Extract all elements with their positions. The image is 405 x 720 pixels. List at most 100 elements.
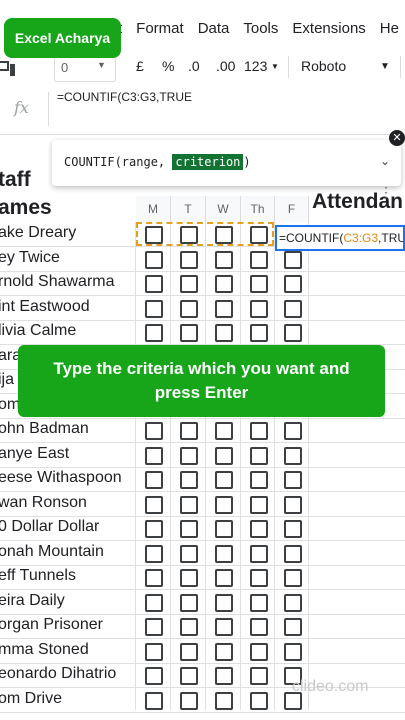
attendance-checkbox[interactable] <box>180 618 198 636</box>
attendance-checkbox[interactable] <box>215 446 233 465</box>
number-format-button[interactable]: 123 <box>244 58 267 74</box>
attendance-checkbox[interactable] <box>215 618 233 636</box>
attendance-checkbox[interactable] <box>250 618 268 636</box>
attendance-checkbox[interactable] <box>180 422 198 440</box>
attendance-checkbox[interactable] <box>215 471 233 489</box>
attendance-checkbox[interactable] <box>180 642 198 661</box>
attendance-checkbox[interactable] <box>250 324 268 342</box>
paint-format-icon[interactable] <box>0 58 18 81</box>
attendance-checkbox[interactable] <box>284 544 302 563</box>
staff-name-cell[interactable]: anye East <box>0 445 69 463</box>
attendance-checkbox[interactable] <box>284 618 302 636</box>
menu-item-format[interactable]: Format <box>136 20 184 37</box>
attendance-checkbox[interactable] <box>250 275 268 293</box>
day-header-wed[interactable]: W <box>206 196 241 222</box>
font-family-select[interactable]: Roboto <box>301 58 346 74</box>
staff-name-cell[interactable]: eese Withaspoon <box>0 469 122 487</box>
chevron-down-icon[interactable]: ⌄ <box>380 154 390 168</box>
attendance-checkbox[interactable] <box>284 250 302 269</box>
attendance-checkbox[interactable] <box>215 593 233 612</box>
chevron-down-icon[interactable]: ▼ <box>380 61 390 72</box>
attendance-checkbox[interactable] <box>215 299 233 318</box>
staff-name-cell[interactable]: ija <box>0 371 14 389</box>
attendance-checkbox[interactable] <box>215 569 233 587</box>
attendance-checkbox[interactable] <box>215 520 233 538</box>
attendance-checkbox[interactable] <box>284 275 302 293</box>
attendance-checkbox[interactable] <box>284 324 302 342</box>
staff-name-cell[interactable]: organ Prisoner <box>0 616 103 634</box>
attendance-checkbox[interactable] <box>250 667 268 685</box>
staff-name-cell[interactable]: eira Daily <box>0 592 65 610</box>
decrease-decimal-button[interactable]: .0 <box>188 58 200 74</box>
attendance-checkbox[interactable] <box>145 520 163 538</box>
menu-item-tools[interactable]: Tools <box>243 20 278 37</box>
attendance-checkbox[interactable] <box>145 569 163 587</box>
attendance-checkbox[interactable] <box>180 667 198 685</box>
attendance-checkbox[interactable] <box>145 642 163 661</box>
attendance-checkbox[interactable] <box>250 544 268 563</box>
menu-item-data[interactable]: Data <box>198 20 230 37</box>
staff-name-cell[interactable]: ey Twice <box>0 249 60 267</box>
attendance-checkbox[interactable] <box>180 446 198 465</box>
day-header-thu[interactable]: Th <box>241 196 275 222</box>
attendance-checkbox[interactable] <box>250 691 268 710</box>
staff-name-cell[interactable]: wan Ronson <box>0 494 87 512</box>
staff-name-cell[interactable]: mma Stoned <box>0 641 89 659</box>
attendance-checkbox[interactable] <box>145 250 163 269</box>
staff-name-cell[interactable]: om Drive <box>0 690 62 708</box>
attendance-checkbox[interactable] <box>145 446 163 465</box>
formula-input[interactable]: =COUNTIF(C3:G3,TRUE <box>57 90 192 104</box>
attendance-checkbox[interactable] <box>180 324 198 342</box>
attendance-checkbox[interactable] <box>180 593 198 612</box>
attendance-checkbox[interactable] <box>250 446 268 465</box>
staff-name-cell[interactable]: eff Tunnels <box>0 567 76 585</box>
attendance-checkbox[interactable] <box>145 593 163 612</box>
attendance-checkbox[interactable] <box>180 544 198 563</box>
attendance-checkbox[interactable] <box>215 544 233 563</box>
attendance-checkbox[interactable] <box>284 422 302 440</box>
attendance-checkbox[interactable] <box>180 471 198 489</box>
increase-decimal-button[interactable]: .00 <box>216 58 235 74</box>
attendance-checkbox[interactable] <box>180 250 198 269</box>
attendance-checkbox[interactable] <box>250 520 268 538</box>
staff-name-cell[interactable]: onah Mountain <box>0 543 104 561</box>
attendance-checkbox[interactable] <box>284 520 302 538</box>
day-header-tue[interactable]: T <box>171 196 206 222</box>
attendance-checkbox[interactable] <box>145 422 163 440</box>
attendance-checkbox[interactable] <box>145 471 163 489</box>
currency-button[interactable]: £ <box>136 58 144 74</box>
attendance-checkbox[interactable] <box>215 495 233 514</box>
staff-name-cell[interactable]: eonardo Dihatrio <box>0 665 116 683</box>
attendance-checkbox[interactable] <box>180 275 198 293</box>
attendance-checkbox[interactable] <box>284 569 302 587</box>
attendance-checkbox[interactable] <box>250 299 268 318</box>
staff-name-cell[interactable]: ohn Badman <box>0 420 89 438</box>
staff-name-cell[interactable]: livia Calme <box>0 322 76 340</box>
attendance-checkbox[interactable] <box>145 299 163 318</box>
attendance-checkbox[interactable] <box>145 667 163 685</box>
attendance-checkbox[interactable] <box>145 495 163 514</box>
attendance-checkbox[interactable] <box>284 471 302 489</box>
attendance-checkbox[interactable] <box>145 618 163 636</box>
attendance-checkbox[interactable] <box>180 569 198 587</box>
staff-name-cell[interactable]: 0 Dollar Dollar <box>0 518 99 536</box>
attendance-checkbox[interactable] <box>180 299 198 318</box>
staff-name-cell[interactable]: rnold Shawarma <box>0 273 115 291</box>
attendance-checkbox[interactable] <box>250 250 268 269</box>
active-cell-editor[interactable]: =COUNTIF(C3:G3,TRU <box>275 225 405 251</box>
day-header-mon[interactable]: M <box>136 196 171 222</box>
attendance-checkbox[interactable] <box>215 324 233 342</box>
attendance-checkbox[interactable] <box>284 495 302 514</box>
attendance-checkbox[interactable] <box>215 422 233 440</box>
menu-item-help[interactable]: He <box>380 20 399 37</box>
day-header-fri[interactable]: F <box>275 196 309 222</box>
menu-item-extensions[interactable]: Extensions <box>292 20 365 37</box>
attendance-checkbox[interactable] <box>145 275 163 293</box>
attendance-checkbox[interactable] <box>145 544 163 563</box>
attendance-checkbox[interactable] <box>250 569 268 587</box>
attendance-checkbox[interactable] <box>215 691 233 710</box>
attendance-checkbox[interactable] <box>284 299 302 318</box>
attendance-checkbox[interactable] <box>284 593 302 612</box>
attendance-checkbox[interactable] <box>145 691 163 710</box>
attendance-checkbox[interactable] <box>250 642 268 661</box>
